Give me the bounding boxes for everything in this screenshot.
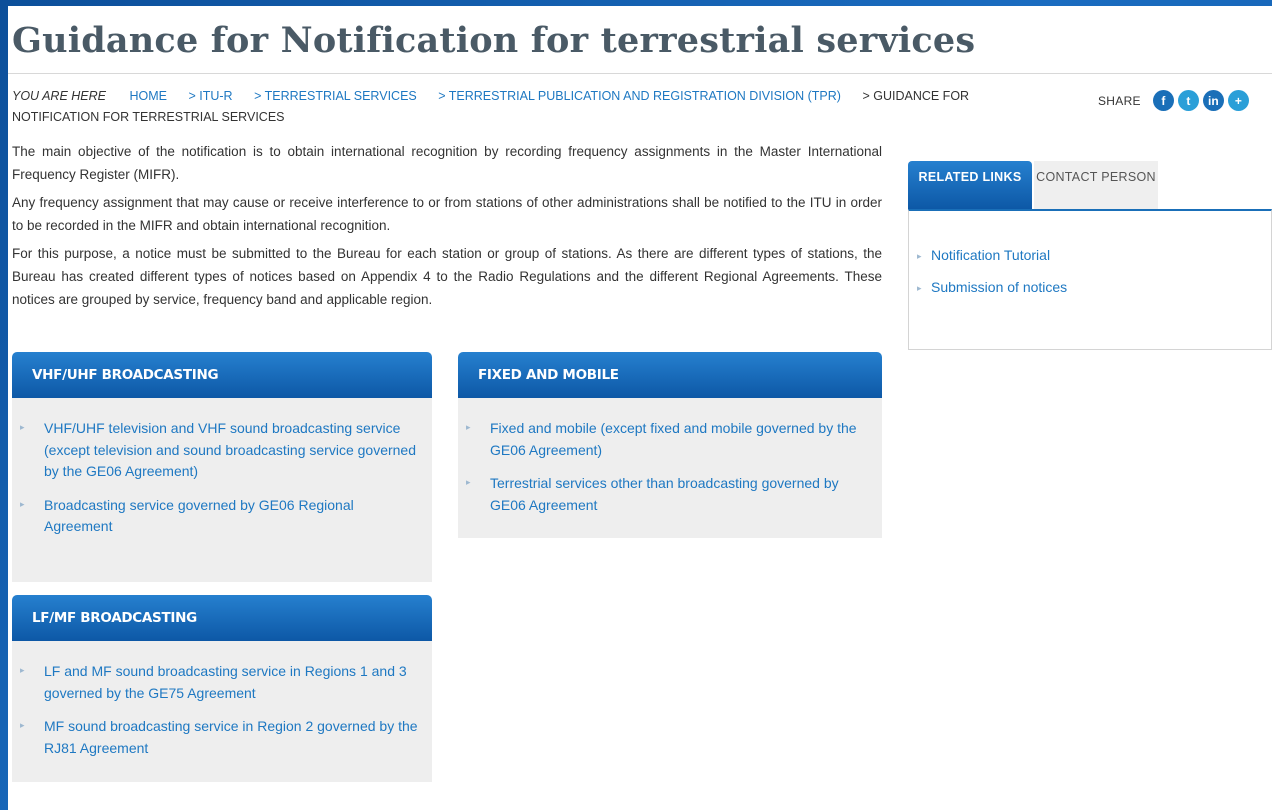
chevron-right-icon: ▸ (20, 665, 25, 675)
tab-contact-person[interactable]: CONTACT PERSON (1034, 161, 1158, 209)
panel-title: VHF/UHF BROADCASTING (12, 352, 432, 398)
list-item[interactable]: ▸ Terrestrial services other than broadc… (466, 473, 874, 516)
chevron-right-icon: ▸ (20, 498, 25, 509)
panel-body: ▸ LF and MF sound broadcasting service i… (12, 641, 432, 782)
link-vhf-uhf-television[interactable]: VHF/UHF television and VHF sound broadca… (44, 418, 424, 483)
panel-body: ▸ VHF/UHF television and VHF sound broad… (12, 398, 432, 582)
link-fixed-and-mobile[interactable]: Fixed and mobile (except fixed and mobil… (490, 418, 874, 461)
list-item[interactable]: ▸ MF sound broadcasting service in Regio… (20, 716, 424, 759)
share-bar: SHARE f t in + (1098, 90, 1253, 111)
breadcrumb-terrestrial-services[interactable]: > TERRESTRIAL SERVICES (254, 89, 417, 103)
list-item[interactable]: ▸ LF and MF sound broadcasting service i… (20, 661, 424, 704)
panel-fixed-and-mobile: FIXED AND MOBILE ▸ Fixed and mobile (exc… (458, 352, 882, 538)
tab-related-links[interactable]: RELATED LINKS (908, 161, 1032, 209)
panel-title: LF/MF BROADCASTING (12, 595, 432, 641)
chevron-right-icon: ▸ (466, 422, 471, 432)
intro-paragraph: The main objective of the notification i… (12, 144, 882, 182)
chevron-right-icon: ▸ (20, 422, 25, 432)
list-item[interactable]: ▸ Notification Tutorial (909, 247, 1271, 263)
breadcrumb: YOU ARE HERE HOME > ITU-R > TERRESTRIAL … (12, 86, 972, 128)
facebook-icon[interactable]: f (1152, 90, 1174, 111)
breadcrumb-you-are-here: YOU ARE HERE (12, 89, 107, 103)
list-item[interactable]: ▸ Broadcasting service governed by GE06 … (20, 495, 424, 538)
link-submission-of-notices[interactable]: Submission of notices (931, 279, 1067, 295)
chevron-right-icon: ▸ (917, 283, 922, 293)
linkedin-icon[interactable]: in (1202, 90, 1224, 111)
breadcrumb-tpr[interactable]: > TERRESTRIAL PUBLICATION AND REGISTRATI… (438, 89, 841, 103)
intro-text: The main objective of the notification i… (12, 140, 882, 316)
page: Guidance for Notification for terrestria… (8, 6, 1272, 810)
panel-vhf-uhf-broadcasting: VHF/UHF BROADCASTING ▸ VHF/UHF televisio… (12, 352, 432, 582)
link-lf-mf-ge75[interactable]: LF and MF sound broadcasting service in … (44, 661, 424, 704)
sidebar-tabs: RELATED LINKS CONTACT PERSON (908, 161, 1272, 209)
page-title: Guidance for Notification for terrestria… (12, 20, 976, 61)
panel-body: ▸ Fixed and mobile (except fixed and mob… (458, 398, 882, 538)
intro-paragraph: Any frequency assignment that may cause … (12, 195, 882, 233)
related-links-widget: RELATED LINKS CONTACT PERSON ▸ Notificat… (908, 161, 1272, 350)
chevron-right-icon: ▸ (20, 720, 25, 730)
panel-lf-mf-broadcasting: LF/MF BROADCASTING ▸ LF and MF sound bro… (12, 595, 432, 782)
more-share-icon[interactable]: + (1227, 90, 1249, 111)
link-ge06-broadcasting[interactable]: Broadcasting service governed by GE06 Re… (44, 495, 424, 538)
title-divider (8, 73, 1272, 74)
chevron-right-icon: ▸ (917, 251, 922, 261)
breadcrumb-itu-r[interactable]: > ITU-R (188, 89, 232, 103)
intro-paragraph: For this purpose, a notice must be submi… (12, 246, 882, 307)
chevron-right-icon: ▸ (466, 477, 471, 487)
link-notification-tutorial[interactable]: Notification Tutorial (931, 247, 1050, 263)
list-item[interactable]: ▸ Submission of notices (909, 279, 1271, 295)
share-label: SHARE (1098, 93, 1141, 108)
related-links-list: ▸ Notification Tutorial ▸ Submission of … (908, 209, 1272, 350)
link-terrestrial-other[interactable]: Terrestrial services other than broadcas… (490, 473, 874, 516)
panel-title: FIXED AND MOBILE (458, 352, 882, 398)
twitter-icon[interactable]: t (1177, 90, 1199, 111)
list-item[interactable]: ▸ Fixed and mobile (except fixed and mob… (466, 418, 874, 461)
list-item[interactable]: ▸ VHF/UHF television and VHF sound broad… (20, 418, 424, 483)
breadcrumb-home[interactable]: HOME (130, 89, 168, 103)
link-mf-rj81[interactable]: MF sound broadcasting service in Region … (44, 716, 424, 759)
